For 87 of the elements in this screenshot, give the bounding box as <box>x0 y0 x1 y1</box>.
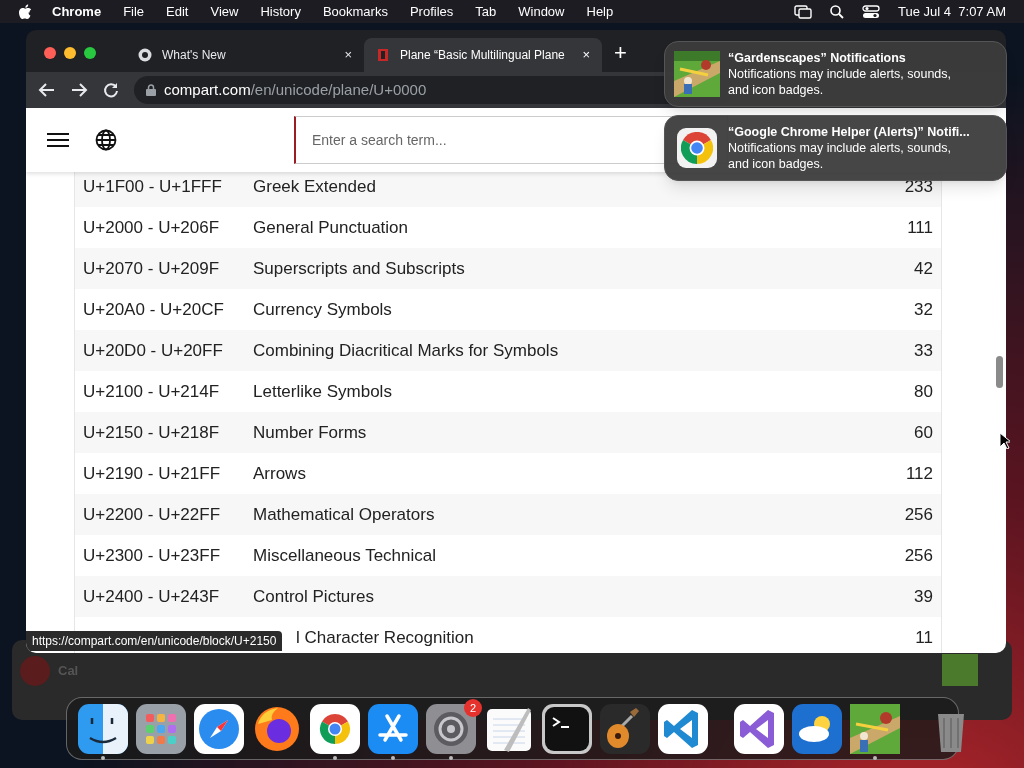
app-menu[interactable]: Chrome <box>52 1 102 22</box>
table-cell-text: U+2300 - U+23FF <box>83 544 221 567</box>
menu-icon[interactable] <box>47 132 69 148</box>
tab[interactable]: What's New × <box>126 38 364 72</box>
scrollbar-thumb[interactable] <box>996 356 1003 388</box>
table-cell[interactable]: Combining Diacritical Marks for Symbols <box>253 337 559 364</box>
minimize-window-button[interactable] <box>64 47 76 59</box>
table-cell[interactable]: Letterlike Symbols <box>253 378 392 405</box>
table-cell-text: U+2150 - U+218F <box>83 421 221 444</box>
table-cell-text: U+20A0 - U+20CF <box>83 298 225 321</box>
sun-cloud-icon[interactable] <box>792 703 842 754</box>
app-store-icon[interactable] <box>368 703 418 754</box>
control-center-icon[interactable] <box>862 4 881 19</box>
table-cell-text: 112 <box>905 462 933 485</box>
menu-item[interactable]: View <box>210 1 239 22</box>
compass-icon[interactable] <box>194 703 244 754</box>
apple-icon[interactable] <box>18 3 32 20</box>
table-cell-text: U+2200 - U+22FF <box>83 503 221 526</box>
zoom-window-button[interactable] <box>84 47 96 59</box>
lock-icon <box>146 84 156 96</box>
tab-title: Plane “Basic Multilingual Plane <box>400 47 566 64</box>
menu-item[interactable]: History <box>260 1 301 22</box>
table-cell-text: 111 <box>907 216 933 239</box>
code-editor-icon[interactable] <box>658 703 708 754</box>
status-url-tooltip: https://compart.com/en/unicode/block/U+2150 <box>26 631 283 651</box>
app-icon <box>942 654 978 686</box>
table-cell-text: 256 <box>904 544 933 567</box>
tab-title: What's New <box>162 47 227 64</box>
table-cell[interactable]: l Character Recognition <box>296 624 474 651</box>
table-cell-text: U+2070 - U+209F <box>83 257 221 280</box>
table-cell-text: 39 <box>914 585 933 608</box>
table-cell[interactable]: Superscripts and Subscripts <box>253 255 465 282</box>
notification-card[interactable]: “Gardenscapes” Notifications Notifications may include alerts, sounds, and icon badges. <box>664 41 1007 107</box>
gear-icon[interactable] <box>426 703 476 754</box>
table-cell-text: U+2100 - U+214F <box>83 380 221 403</box>
menu-item[interactable]: Tab <box>475 1 497 22</box>
menu-item[interactable]: Bookmarks <box>322 1 388 22</box>
tab[interactable]: Plane “Basic Multilingual Plane × <box>364 38 602 72</box>
table-cell-text: 60 <box>914 421 933 444</box>
notification-title: “Google Chrome Helper (Alerts)” Notifi... <box>728 124 971 140</box>
table-cell-text: 256 <box>904 503 933 526</box>
reload-icon[interactable] <box>102 81 120 99</box>
table-cell[interactable]: Number Forms <box>253 419 367 446</box>
table-cell-text: 11 <box>915 626 933 649</box>
globe-icon[interactable] <box>95 129 117 151</box>
menu-item[interactable]: Window <box>518 1 565 22</box>
finder-face-icon[interactable] <box>78 703 128 754</box>
table-cell-text: 80 <box>914 380 933 403</box>
notification-body: Notifications may include alerts, sounds, and icon badges. <box>728 140 953 172</box>
table-cell-text: U+2400 - U+243F <box>83 585 221 608</box>
table-cell-text: 42 <box>914 257 933 280</box>
screen-mirroring-icon[interactable] <box>794 4 813 19</box>
menu-item[interactable]: File <box>123 1 145 22</box>
terminal-icon[interactable] <box>542 703 592 754</box>
guitar-icon[interactable] <box>600 703 650 754</box>
table-cell[interactable]: Greek Extended <box>253 173 376 200</box>
site-favicon-icon <box>376 48 390 62</box>
table-cell[interactable]: Arrows <box>253 460 306 487</box>
tab-close-button[interactable]: × <box>582 45 590 65</box>
chrome-app-icon <box>677 128 717 168</box>
notification-badge: 2 <box>464 699 482 717</box>
table-cell[interactable]: Currency Symbols <box>253 296 392 323</box>
menu-item[interactable]: Help <box>586 1 614 22</box>
ide-icon[interactable] <box>734 703 784 754</box>
table-cell-text: U+2000 - U+206F <box>83 216 221 239</box>
menu-item[interactable]: Edit <box>166 1 189 22</box>
table-cell-text: 32 <box>914 298 933 321</box>
back-icon[interactable] <box>38 81 56 99</box>
table-cell[interactable]: Mathematical Operators <box>253 501 435 528</box>
tab-close-button[interactable]: × <box>344 45 352 65</box>
menu-bar-clock[interactable]: Tue Jul 4 7:07 AM <box>898 1 1006 22</box>
table-cell[interactable]: General Punctuation <box>253 214 408 241</box>
url-text: compart.com/en/unicode/plane/U+0000 <box>164 79 427 100</box>
table-cell[interactable]: Control Pictures <box>253 583 374 610</box>
notification-title: “Gardenscapes” Notifications <box>728 50 907 66</box>
table-cell-text: U+1F00 - U+1FFF <box>83 175 223 198</box>
notification-card[interactable]: “Google Chrome Helper (Alerts)” Notifi... Notifications may include alerts, sounds, and icon badges. <box>664 115 1007 181</box>
forward-icon[interactable] <box>70 81 88 99</box>
table-cell-text: U+2190 - U+21FF <box>83 462 221 485</box>
app-grid-icon[interactable] <box>136 703 186 754</box>
table-cell-text: U+20D0 - U+20FF <box>83 339 224 362</box>
table-cell-text: 33 <box>914 339 933 362</box>
close-window-button[interactable] <box>44 47 56 59</box>
new-tab-button[interactable]: + <box>614 42 627 64</box>
menu-item[interactable]: Profiles <box>409 1 454 22</box>
search-icon[interactable] <box>830 4 845 19</box>
table-cell[interactable]: Miscellaneous Technical <box>253 542 436 569</box>
